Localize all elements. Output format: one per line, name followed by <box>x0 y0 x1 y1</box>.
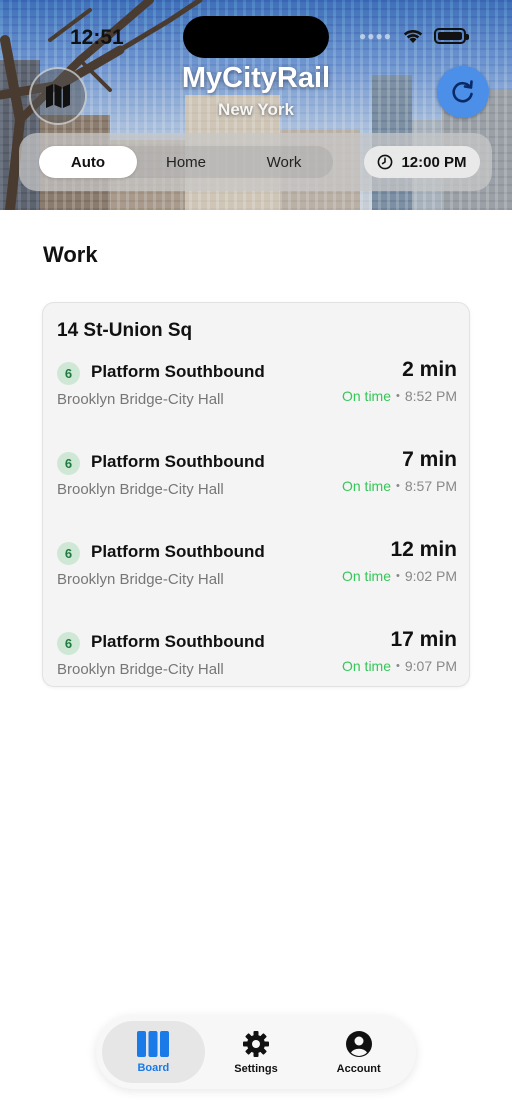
destination-label: Brooklyn Bridge-City Hall <box>57 571 224 588</box>
arrival-time: 9:07 PM <box>404 658 457 674</box>
mode-selector-bar: Auto Home Work 12:00 PM <box>19 133 492 191</box>
minutes-away: 7 min <box>402 448 457 471</box>
section-title: Work <box>43 242 98 267</box>
minutes-away: 17 min <box>390 628 457 651</box>
time-picker-button[interactable]: 12:00 PM <box>364 146 480 178</box>
station-card[interactable]: 14 St-Union Sq 6 Platform Southbound Bro… <box>42 302 470 687</box>
time-picker-label: 12:00 PM <box>401 153 467 171</box>
status-label: On time <box>341 658 391 674</box>
route-badge: 6 <box>57 362 80 385</box>
arrival-row[interactable]: 6 Platform Southbound Brooklyn Bridge-Ci… <box>43 538 471 598</box>
platform-label: Platform Southbound <box>91 542 265 561</box>
tab-board-label: Board <box>137 1061 170 1074</box>
platform-label: Platform Southbound <box>91 632 265 651</box>
separator-dot: • <box>396 570 400 582</box>
tab-settings[interactable]: Settings <box>205 1021 308 1083</box>
destination-label: Brooklyn Bridge-City Hall <box>57 481 224 498</box>
arrival-info: On time • 9:07 PM <box>342 658 457 674</box>
tab-board[interactable]: Board <box>102 1021 205 1083</box>
gear-icon <box>243 1030 269 1057</box>
route-badge: 6 <box>57 632 80 655</box>
arrival-row[interactable]: 6 Platform Southbound Brooklyn Bridge-Ci… <box>43 358 471 418</box>
clock-icon <box>378 154 393 170</box>
minutes-away: 12 min <box>390 538 457 561</box>
tab-settings-label: Settings <box>234 1062 278 1075</box>
destination-label: Brooklyn Bridge-City Hall <box>57 391 224 408</box>
account-icon <box>345 1030 372 1057</box>
arrival-info: On time • 8:57 PM <box>342 478 457 494</box>
status-label: On time <box>341 568 391 584</box>
refresh-button[interactable] <box>437 66 489 118</box>
refresh-icon <box>452 80 473 103</box>
cellular-icon: ●●●● <box>359 29 392 43</box>
battery-icon <box>434 28 469 44</box>
status-bar-time: 12:51 <box>70 26 124 49</box>
route-badge: 6 <box>57 452 80 475</box>
app-title: MyCityRail <box>181 62 331 94</box>
arrival-time: 9:02 PM <box>404 568 457 584</box>
city-name: New York <box>218 100 294 119</box>
arrival-info: On time • 9:02 PM <box>342 568 457 584</box>
wifi-icon <box>403 29 423 43</box>
platform-label: Platform Southbound <box>91 362 265 381</box>
status-bar-icons: ●●●● <box>359 28 469 44</box>
arrival-row[interactable]: 6 Platform Southbound Brooklyn Bridge-Ci… <box>43 628 471 688</box>
board-icon <box>137 1030 170 1057</box>
destination-label: Brooklyn Bridge-City Hall <box>57 661 224 678</box>
separator-dot: • <box>396 480 400 492</box>
arrival-info: On time • 8:52 PM <box>342 388 457 404</box>
arrival-time: 8:57 PM <box>404 478 457 494</box>
arrival-row[interactable]: 6 Platform Southbound Brooklyn Bridge-Ci… <box>43 448 471 508</box>
status-label: On time <box>341 478 391 494</box>
dynamic-island <box>183 16 329 58</box>
arrival-time: 8:52 PM <box>404 388 457 404</box>
separator-dot: • <box>396 660 400 672</box>
status-label: On time <box>341 388 391 404</box>
station-name: 14 St-Union Sq <box>57 320 193 341</box>
mode-option-auto[interactable]: Auto <box>39 146 137 178</box>
separator-dot: • <box>396 390 400 402</box>
tab-bar: Board Settings Account <box>96 1015 416 1089</box>
mode-segmented-control: Auto Home Work <box>39 146 333 178</box>
tab-account[interactable]: Account <box>307 1021 410 1083</box>
tab-account-label: Account <box>336 1062 381 1075</box>
mode-option-work[interactable]: Work <box>235 146 333 178</box>
minutes-away: 2 min <box>402 358 457 381</box>
platform-label: Platform Southbound <box>91 452 265 471</box>
mode-option-home[interactable]: Home <box>137 146 235 178</box>
route-badge: 6 <box>57 542 80 565</box>
